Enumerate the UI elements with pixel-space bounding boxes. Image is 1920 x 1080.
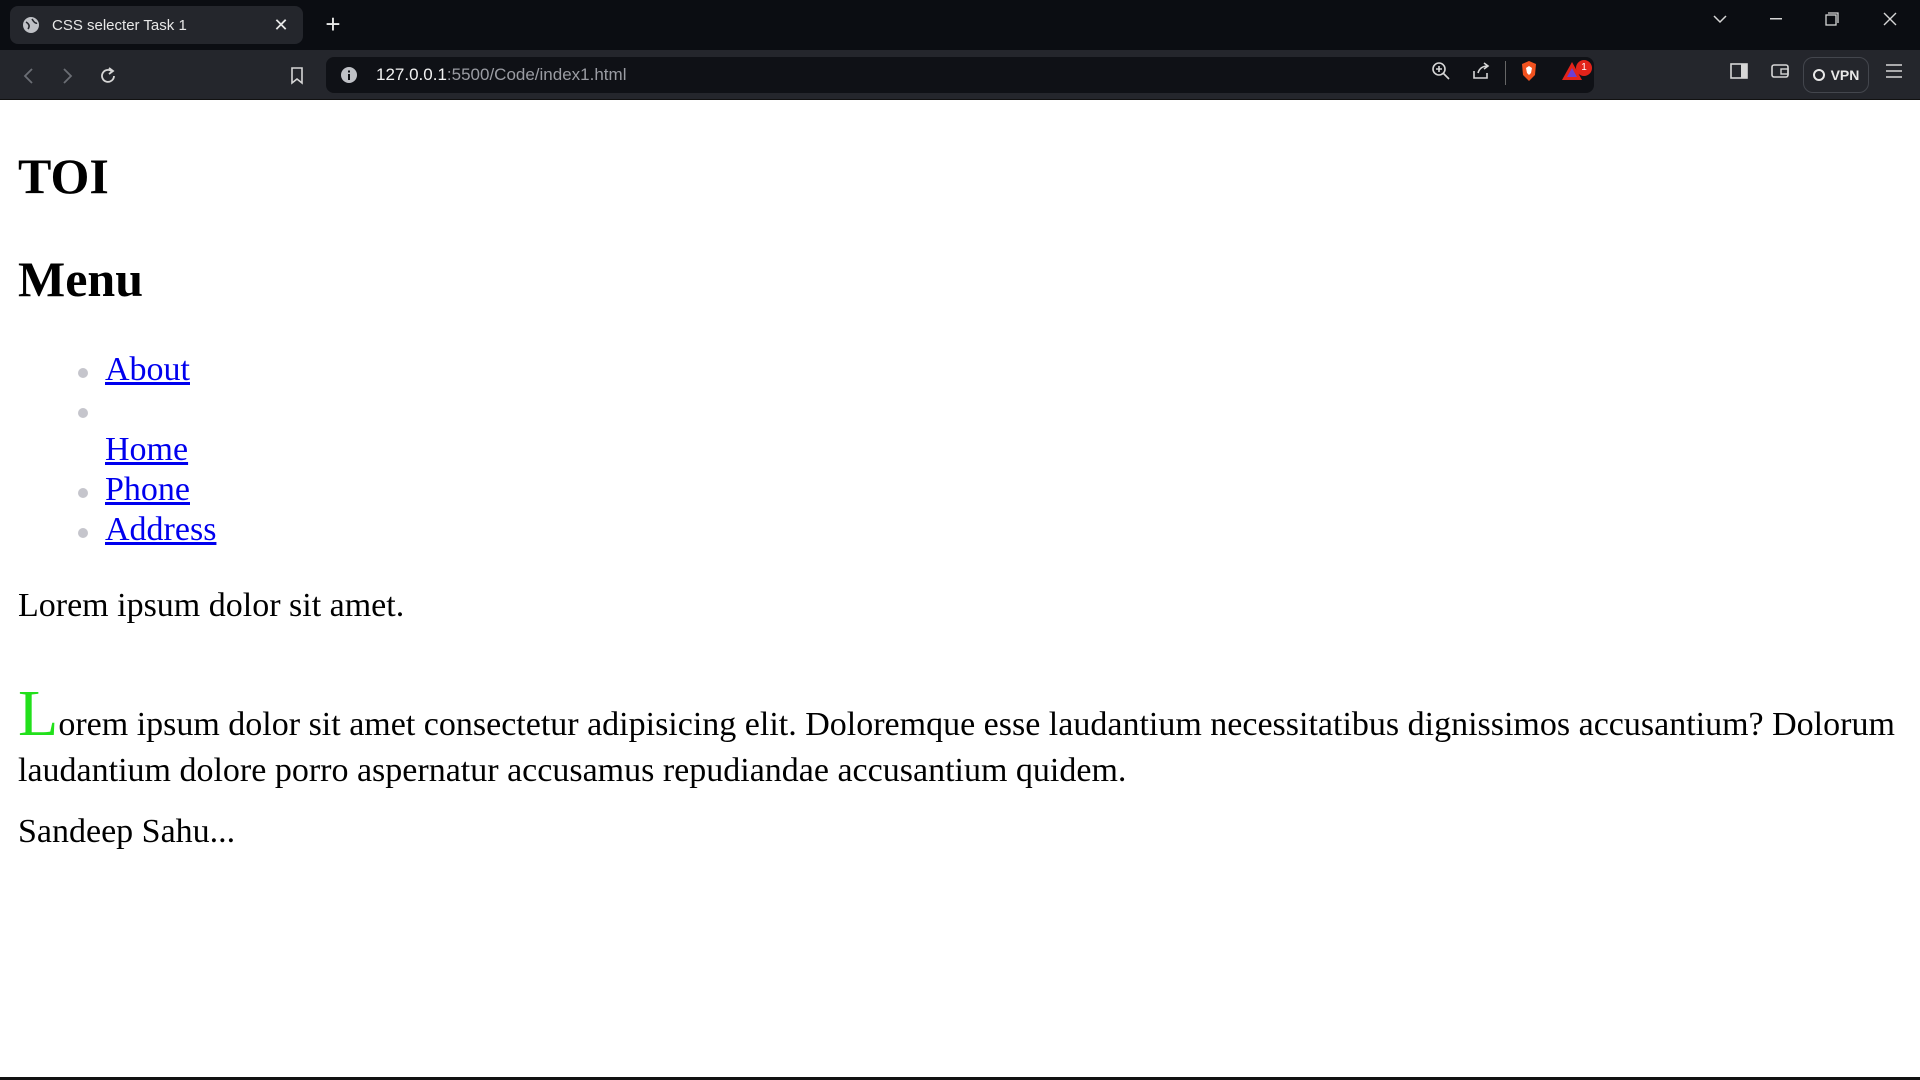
menu-link-address[interactable]: Address xyxy=(105,511,216,549)
page-content: TOI Menu About Home Phone Address Lorem … xyxy=(0,101,1920,1077)
notification-badge: 1 xyxy=(1576,60,1592,76)
paragraph-dropcap: Lorem ipsum dolor sit amet consectetur a… xyxy=(18,681,1898,794)
url-host: 127.0.0.1 xyxy=(376,65,447,84)
dropcap-letter: L xyxy=(18,677,59,750)
toolbar-divider xyxy=(1505,61,1506,85)
close-tab-icon[interactable]: ✕ xyxy=(271,15,291,35)
list-bullet xyxy=(78,488,88,498)
globe-icon xyxy=(22,16,40,34)
share-icon[interactable] xyxy=(1469,59,1493,83)
address-bar[interactable]: 127.0.0.1:5500/Code/index1.html xyxy=(326,57,1594,93)
menu-hamburger-icon[interactable] xyxy=(1882,59,1906,83)
minimize-icon[interactable] xyxy=(1748,0,1804,38)
tab-title: CSS selecter Task 1 xyxy=(52,16,187,34)
zoom-icon[interactable] xyxy=(1429,59,1453,83)
browser-toolbar: 127.0.0.1:5500/Code/index1.html VPN xyxy=(0,50,1920,100)
paragraph-signature: Sandeep Sahu... xyxy=(18,813,236,850)
vpn-button[interactable]: VPN xyxy=(1803,57,1869,93)
menu-link-about[interactable]: About xyxy=(105,351,190,389)
vpn-status-icon xyxy=(1812,69,1825,81)
list-bullet xyxy=(78,368,88,378)
site-info-icon[interactable] xyxy=(340,66,358,84)
wallet-icon[interactable] xyxy=(1768,59,1792,83)
bookmark-icon[interactable] xyxy=(285,64,309,88)
forward-arrow-icon[interactable] xyxy=(56,64,80,88)
restore-icon[interactable] xyxy=(1804,0,1860,38)
paragraph-short: Lorem ipsum dolor sit amet. xyxy=(18,587,405,624)
list-bullet xyxy=(78,408,88,418)
browser-titlebar: CSS selecter Task 1 ✕ + xyxy=(0,0,1920,50)
brave-shield-icon[interactable] xyxy=(1517,59,1541,83)
url-path: :5500/Code/index1.html xyxy=(446,65,627,84)
close-window-icon[interactable] xyxy=(1862,0,1918,38)
list-bullet xyxy=(78,528,88,538)
sidebar-toggle-icon[interactable] xyxy=(1727,59,1751,83)
back-arrow-icon[interactable] xyxy=(16,64,40,88)
page-heading-toi: TOI xyxy=(18,148,109,204)
new-tab-button[interactable]: + xyxy=(320,11,346,38)
menu-link-home[interactable]: Home xyxy=(105,431,188,469)
paragraph-body: orem ipsum dolor sit amet consectetur ad… xyxy=(18,706,1895,789)
page-heading-menu: Menu xyxy=(18,251,143,307)
menu-link-phone[interactable]: Phone xyxy=(105,471,190,509)
tab-search-chevron-icon[interactable] xyxy=(1692,0,1748,38)
vpn-label: VPN xyxy=(1830,67,1860,83)
reload-icon[interactable] xyxy=(96,64,120,88)
browser-tab[interactable]: CSS selecter Task 1 ✕ xyxy=(10,6,303,44)
